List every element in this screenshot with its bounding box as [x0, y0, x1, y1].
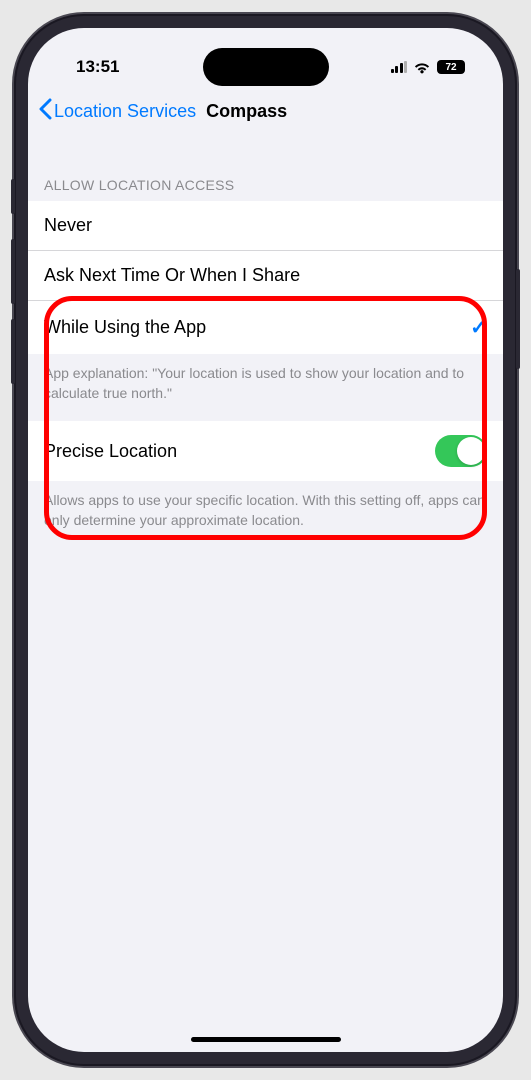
dynamic-island	[203, 48, 329, 86]
option-while-using-app[interactable]: While Using the App ✓	[28, 301, 503, 354]
back-button[interactable]: Location Services	[38, 98, 196, 125]
section-header: ALLOW LOCATION ACCESS	[28, 139, 503, 201]
page-title: Compass	[206, 101, 287, 122]
phone-frame: 13:51 72 Location Services Compa	[14, 14, 517, 1066]
back-label: Location Services	[54, 101, 196, 122]
checkmark-icon: ✓	[470, 315, 487, 340]
volume-up-button	[11, 239, 15, 304]
app-explanation-text: App explanation: "Your location is used …	[28, 354, 503, 421]
precise-location-footer: Allows apps to use your specific locatio…	[28, 481, 503, 548]
battery-level: 72	[437, 60, 465, 74]
status-right: 72	[391, 60, 466, 74]
location-access-list: Never Ask Next Time Or When I Share Whil…	[28, 201, 503, 354]
option-label: Never	[44, 215, 92, 236]
power-button	[516, 269, 520, 369]
status-time: 13:51	[76, 57, 119, 77]
option-label: While Using the App	[44, 317, 206, 338]
mute-switch	[11, 179, 15, 214]
precise-location-toggle[interactable]	[435, 435, 487, 467]
cellular-signal-icon	[391, 61, 408, 73]
wifi-icon	[413, 61, 431, 74]
option-ask-next-time[interactable]: Ask Next Time Or When I Share	[28, 251, 503, 301]
screen: 13:51 72 Location Services Compa	[28, 28, 503, 1052]
navigation-bar: Location Services Compass	[28, 84, 503, 139]
chevron-left-icon	[38, 98, 52, 125]
option-never[interactable]: Never	[28, 201, 503, 251]
volume-down-button	[11, 319, 15, 384]
option-label: Ask Next Time Or When I Share	[44, 265, 300, 286]
precise-location-label: Precise Location	[44, 441, 177, 462]
home-indicator[interactable]	[191, 1037, 341, 1042]
battery-icon: 72	[437, 60, 465, 74]
precise-location-row[interactable]: Precise Location	[28, 421, 503, 481]
precise-location-list: Precise Location	[28, 421, 503, 481]
